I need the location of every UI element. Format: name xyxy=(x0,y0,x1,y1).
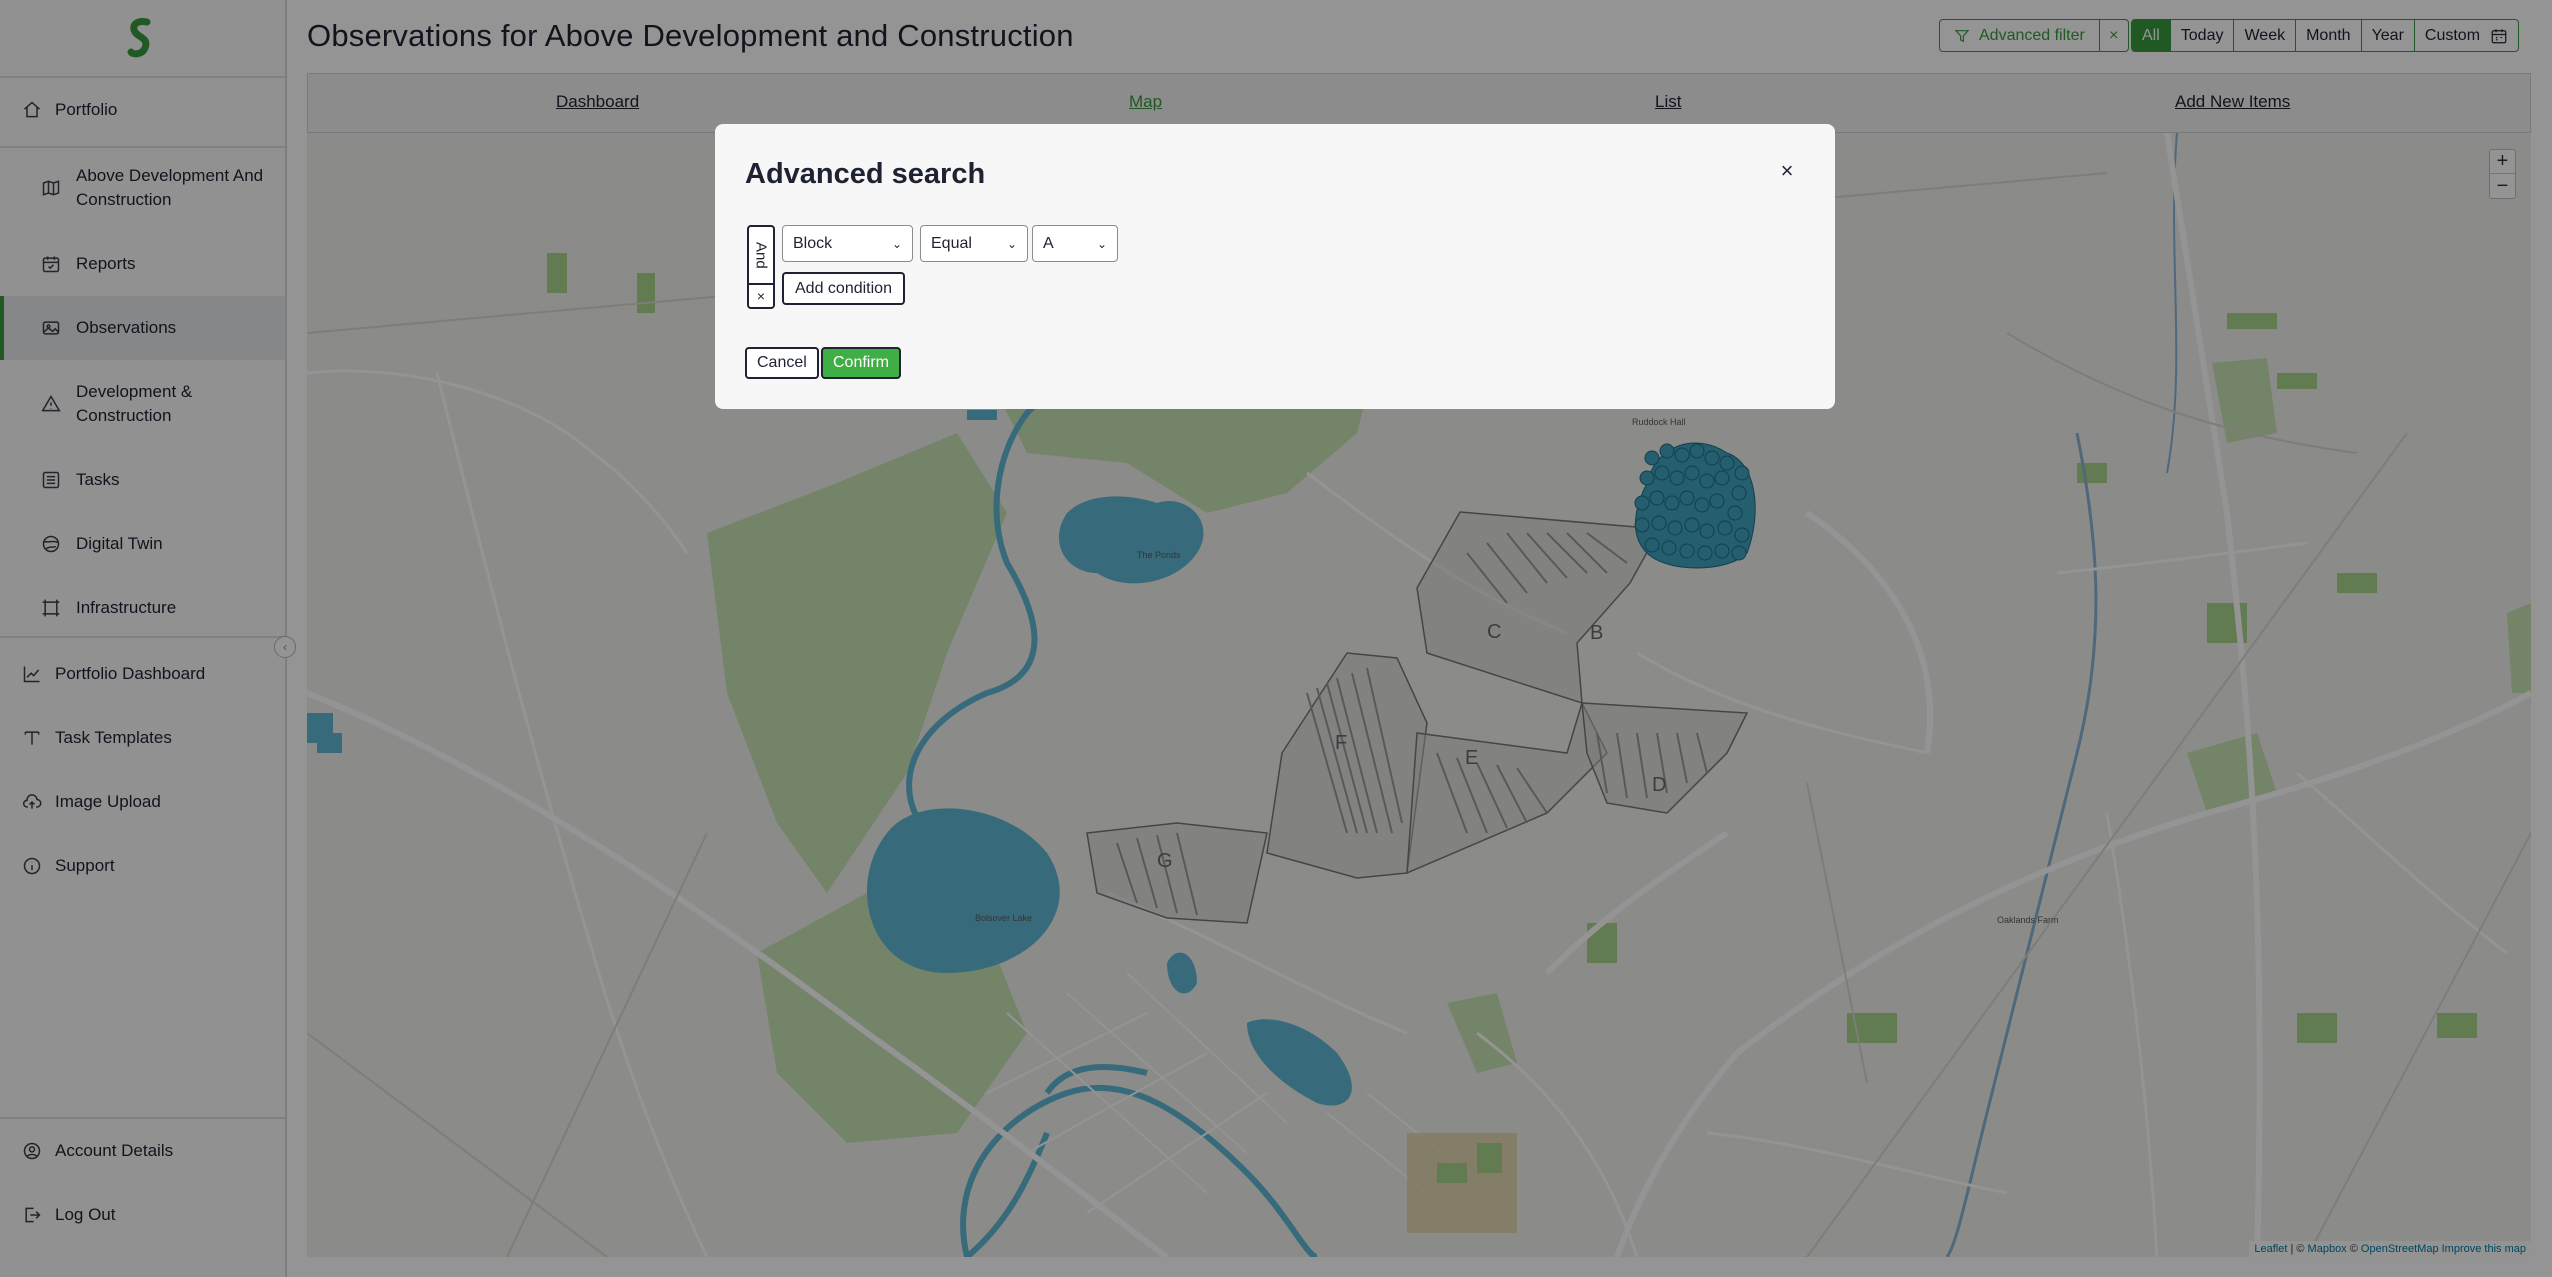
close-icon[interactable]: × xyxy=(1776,158,1798,183)
condition-field-select[interactable]: Block ⌄ xyxy=(782,225,913,262)
group-operator-toggle[interactable]: And xyxy=(749,227,773,283)
condition-operator-value: Equal xyxy=(931,234,972,252)
advanced-search-dialog: Advanced search × And × Block ⌄ Equal ⌄ … xyxy=(715,124,1835,409)
condition-operator-select[interactable]: Equal ⌄ xyxy=(920,225,1028,262)
dialog-title: Advanced search xyxy=(745,158,986,190)
condition-group: And × xyxy=(747,225,775,309)
confirm-button[interactable]: Confirm xyxy=(821,347,902,379)
chevron-down-icon: ⌄ xyxy=(891,236,902,251)
remove-group-button[interactable]: × xyxy=(749,283,773,307)
condition-field-value: Block xyxy=(793,234,833,252)
condition-value-value: A xyxy=(1043,234,1054,252)
condition-value-select[interactable]: A ⌄ xyxy=(1032,225,1118,262)
cancel-button[interactable]: Cancel xyxy=(745,347,819,379)
chevron-down-icon: ⌄ xyxy=(1006,236,1017,251)
add-condition-button[interactable]: Add condition xyxy=(782,272,905,305)
chevron-down-icon: ⌄ xyxy=(1096,236,1107,251)
